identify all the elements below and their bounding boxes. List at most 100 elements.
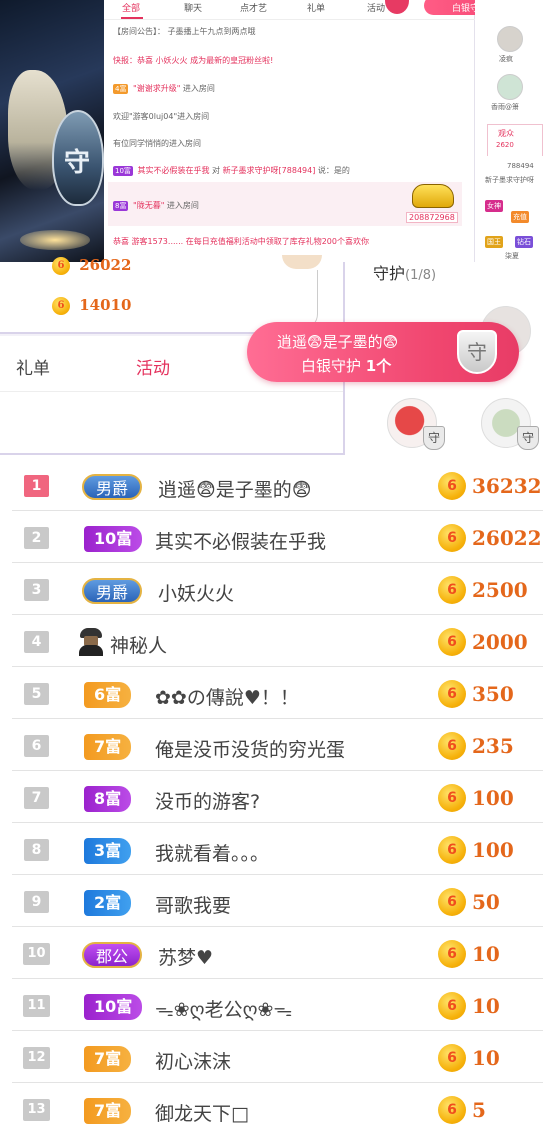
chat-message: 欢迎"游客0luj04"进入房间: [113, 111, 209, 122]
chat-tabs: 全部 聊天 点才艺 礼单 活动 白银守护 1个: [104, 0, 543, 20]
guard-banner[interactable]: 逍遥😨是子墨的😨 白银守护 1个 守: [247, 322, 519, 382]
ranking-row[interactable]: 4 神秘人 6 2000: [0, 615, 543, 667]
heart-icon: [385, 0, 409, 14]
score-value: 235: [472, 734, 514, 758]
user-name: 逍遥😨是子墨的😨: [158, 479, 312, 501]
recharge-badge: 充值: [511, 211, 529, 223]
guard-shield-icon: 守: [517, 426, 539, 450]
tab-all[interactable]: 全部: [122, 1, 140, 14]
banner-guard-line: 白银守护 1个: [301, 355, 391, 376]
ranking-row[interactable]: 5 6富 ✿✿の傳說♥！！ 6 350: [0, 667, 543, 719]
banner-username: 逍遥😨是子墨的😨: [277, 333, 399, 351]
banner-guard-count: 1个: [365, 357, 392, 375]
score-value: 350: [472, 682, 514, 706]
ranking-row[interactable]: 10 郡公 苏梦♥ 6 10: [0, 927, 543, 979]
msg-text: 有位同学悄悄的进入房间: [113, 139, 201, 148]
msg-text: 小妖火火 成为最新的皇冠粉丝啦!: [155, 56, 274, 65]
tab-chat[interactable]: 聊天: [184, 1, 202, 14]
noble-badge-duke: 郡公: [82, 942, 143, 968]
coin-icon: 6: [438, 784, 466, 812]
noble-badge-baron: 男爵: [82, 474, 143, 500]
msg-username[interactable]: "陇无暮": [133, 201, 164, 210]
user-name: 苏梦♥: [158, 947, 214, 969]
ranking-row[interactable]: 1 男爵 逍遥😨是子墨的😨 6 36232: [0, 459, 543, 511]
tab-activity[interactable]: 活动: [136, 354, 170, 379]
score-value: 10: [472, 1046, 500, 1070]
score-value: 100: [472, 786, 514, 810]
wealth-badge: 7富: [84, 1098, 132, 1124]
user-name: 初心沫沫: [155, 1051, 232, 1073]
stream-video-thumbnail[interactable]: 守: [0, 0, 104, 262]
user-name: 俺是没币没货的穷光蛋: [155, 739, 346, 761]
msg-username[interactable]: "谢谢求升级": [133, 84, 180, 93]
score: 6 10: [438, 1044, 500, 1072]
tab-talent[interactable]: 点才艺: [240, 1, 267, 14]
chat-message: 【房间公告】： 子墨播上午九点到两点哦: [113, 26, 256, 37]
user-avatar[interactable]: [497, 74, 523, 100]
rank-number: 3: [24, 579, 49, 601]
banner-guard-label: 白银守护: [301, 357, 366, 375]
wealth-badge: 3富: [84, 838, 132, 864]
ranking-row[interactable]: 13 7富 御龙天下□ 65: [0, 1083, 543, 1134]
score: 6 235: [438, 732, 514, 760]
guard-shield-icon: 守: [423, 426, 445, 450]
coin-icon: 6: [438, 576, 466, 604]
value-row: 6 14010: [52, 296, 131, 315]
diamond-badge: 钻石: [515, 236, 533, 248]
wealth-badge: 10富: [84, 994, 143, 1020]
ranking-row[interactable]: 9 2富 哥歌我要 6 50: [0, 875, 543, 927]
chat-message: 快报：恭喜 小妖火火 成为最新的皇冠粉丝啦!: [113, 55, 273, 66]
noble-badge-baron: 男爵: [82, 578, 143, 604]
viewer-name[interactable]: 新子墨求守护呀: [485, 175, 534, 185]
wealth-level-badge: 4富: [113, 84, 129, 94]
coin-icon: 6: [438, 992, 466, 1020]
user-name: ᯓ❀ღ老公ღ❀ᯓ: [155, 999, 293, 1021]
value-row: 6 26022: [52, 256, 131, 275]
score: 6 10: [438, 940, 500, 968]
wealth-badge: 6富: [84, 682, 132, 708]
msg-mid: 对: [212, 166, 221, 175]
score-value: 2500: [472, 578, 528, 602]
score: 6 10: [438, 992, 500, 1020]
tab-activity[interactable]: 活动: [367, 1, 385, 14]
tab-gift-list[interactable]: 礼单: [307, 1, 325, 14]
score: 6 50: [438, 888, 500, 916]
coin-icon: 6: [438, 628, 466, 656]
ranking-row[interactable]: 6 7富 俺是没币没货的穷光蛋 6 235: [0, 719, 543, 771]
user-avatar[interactable]: [497, 26, 523, 52]
mystery-person-icon: [78, 628, 104, 656]
ranking-row[interactable]: 2 10富 其实不必假装在乎我 6 26022: [0, 511, 543, 563]
guard-count: (1/8): [405, 268, 437, 283]
score: 6 2000: [438, 628, 528, 656]
viewer-name[interactable]: 柒夏: [505, 251, 519, 261]
score: 6 2500: [438, 576, 528, 604]
goddess-badge: 女神: [485, 200, 503, 212]
ranking-row[interactable]: 7 8富 没币的游客? 6 100: [0, 771, 543, 823]
score-value: 10: [472, 994, 500, 1018]
msg-target[interactable]: 新子墨求守护呀[788494]: [223, 166, 316, 175]
user-name: 其实不必假装在乎我: [155, 531, 327, 553]
user-name: 香雨@箫: [491, 103, 519, 111]
silver-shield-icon: 守: [457, 330, 497, 374]
msg-username[interactable]: 其实不必假装在乎我: [137, 166, 209, 175]
side-panel: 凌疯 香雨@箫 观众 2620 788494 新子墨求守护呀 女神 充值 国王 …: [475, 0, 543, 262]
ranking-row[interactable]: 11 10富 ᯓ❀ღ老公ღ❀ᯓ 6 10: [0, 979, 543, 1031]
coin-icon: 6: [438, 836, 466, 864]
coin-icon: 6: [438, 732, 466, 760]
viewer-tab[interactable]: 观众 2620: [487, 124, 543, 156]
guard-title-text: 守护: [373, 264, 406, 283]
chat-message: 8富 "陇无暮" 进入房间: [113, 200, 199, 211]
ranking-row[interactable]: 12 7富 初心沫沫 6 10: [0, 1031, 543, 1083]
ranking-row[interactable]: 8 3富 我就看着。。。 6 100: [0, 823, 543, 875]
tab-gift-list[interactable]: 礼单: [16, 354, 50, 379]
light-effect: [20, 230, 90, 250]
stream-composite: 守 全部 聊天 点才艺 礼单 活动 白银守护 1个 【房间公告】： 子墨播上午九…: [0, 0, 543, 455]
ranking-row[interactable]: 3 男爵 小妖火火 6 2500: [0, 563, 543, 615]
rank-number: 13: [23, 1099, 50, 1121]
msg-text: 说：是的: [317, 166, 350, 175]
msg-prefix: 快报：恭喜: [113, 56, 153, 65]
car-gift-icon: [412, 184, 454, 208]
msg-text: 进入房间: [182, 84, 215, 93]
chat-message: 4富 "谢谢求升级" 进入房间: [113, 83, 215, 94]
chat-window: 全部 聊天 点才艺 礼单 活动 白银守护 1个 【房间公告】： 子墨播上午九点到…: [104, 0, 543, 262]
